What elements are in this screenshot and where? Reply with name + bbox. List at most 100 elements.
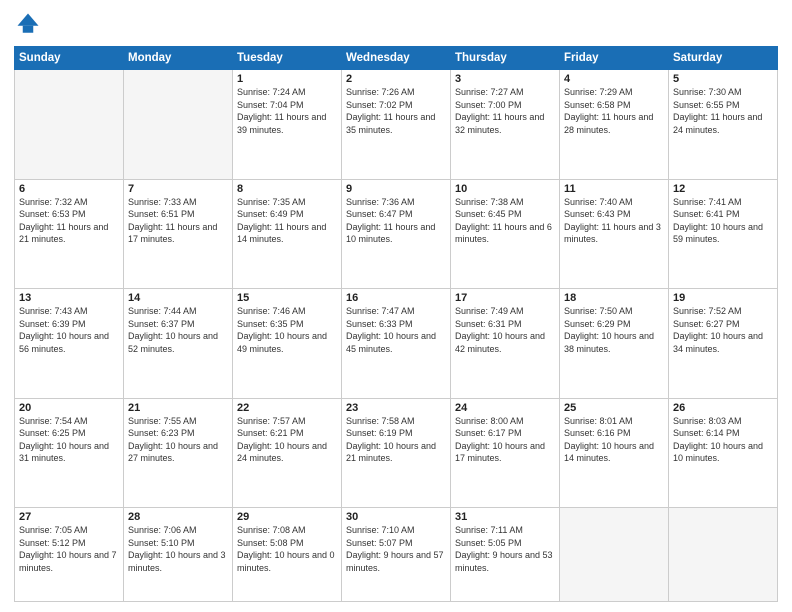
day-number: 5: [673, 73, 773, 85]
day-number: 28: [128, 511, 228, 523]
day-number: 16: [346, 292, 446, 304]
day-info: Sunrise: 7:54 AM Sunset: 6:25 PM Dayligh…: [19, 415, 119, 465]
calendar-cell: 18Sunrise: 7:50 AM Sunset: 6:29 PM Dayli…: [560, 289, 669, 399]
calendar-cell: [15, 70, 124, 180]
day-number: 4: [564, 73, 664, 85]
day-number: 14: [128, 292, 228, 304]
calendar-cell: 29Sunrise: 7:08 AM Sunset: 5:08 PM Dayli…: [233, 508, 342, 602]
day-number: 13: [19, 292, 119, 304]
day-info: Sunrise: 7:26 AM Sunset: 7:02 PM Dayligh…: [346, 86, 446, 136]
weekday-header-row: SundayMondayTuesdayWednesdayThursdayFrid…: [15, 47, 778, 70]
calendar-cell: 31Sunrise: 7:11 AM Sunset: 5:05 PM Dayli…: [451, 508, 560, 602]
day-number: 12: [673, 183, 773, 195]
calendar-cell: 14Sunrise: 7:44 AM Sunset: 6:37 PM Dayli…: [124, 289, 233, 399]
calendar-week-1: 1Sunrise: 7:24 AM Sunset: 7:04 PM Daylig…: [15, 70, 778, 180]
calendar-week-3: 13Sunrise: 7:43 AM Sunset: 6:39 PM Dayli…: [15, 289, 778, 399]
day-number: 7: [128, 183, 228, 195]
calendar-cell: 23Sunrise: 7:58 AM Sunset: 6:19 PM Dayli…: [342, 398, 451, 508]
day-number: 2: [346, 73, 446, 85]
day-number: 17: [455, 292, 555, 304]
calendar-cell: 13Sunrise: 7:43 AM Sunset: 6:39 PM Dayli…: [15, 289, 124, 399]
day-info: Sunrise: 8:00 AM Sunset: 6:17 PM Dayligh…: [455, 415, 555, 465]
calendar-cell: 10Sunrise: 7:38 AM Sunset: 6:45 PM Dayli…: [451, 179, 560, 289]
day-info: Sunrise: 7:46 AM Sunset: 6:35 PM Dayligh…: [237, 305, 337, 355]
calendar-cell: 9Sunrise: 7:36 AM Sunset: 6:47 PM Daylig…: [342, 179, 451, 289]
page: SundayMondayTuesdayWednesdayThursdayFrid…: [0, 0, 792, 612]
calendar-week-4: 20Sunrise: 7:54 AM Sunset: 6:25 PM Dayli…: [15, 398, 778, 508]
day-info: Sunrise: 7:35 AM Sunset: 6:49 PM Dayligh…: [237, 196, 337, 246]
weekday-header-friday: Friday: [560, 47, 669, 70]
day-number: 25: [564, 402, 664, 414]
calendar-cell: 21Sunrise: 7:55 AM Sunset: 6:23 PM Dayli…: [124, 398, 233, 508]
day-info: Sunrise: 7:10 AM Sunset: 5:07 PM Dayligh…: [346, 524, 446, 574]
day-number: 15: [237, 292, 337, 304]
day-info: Sunrise: 7:33 AM Sunset: 6:51 PM Dayligh…: [128, 196, 228, 246]
day-info: Sunrise: 7:52 AM Sunset: 6:27 PM Dayligh…: [673, 305, 773, 355]
day-number: 22: [237, 402, 337, 414]
day-number: 20: [19, 402, 119, 414]
day-info: Sunrise: 7:50 AM Sunset: 6:29 PM Dayligh…: [564, 305, 664, 355]
calendar-cell: 27Sunrise: 7:05 AM Sunset: 5:12 PM Dayli…: [15, 508, 124, 602]
day-info: Sunrise: 7:49 AM Sunset: 6:31 PM Dayligh…: [455, 305, 555, 355]
calendar-cell: 1Sunrise: 7:24 AM Sunset: 7:04 PM Daylig…: [233, 70, 342, 180]
day-info: Sunrise: 7:58 AM Sunset: 6:19 PM Dayligh…: [346, 415, 446, 465]
calendar-cell: 5Sunrise: 7:30 AM Sunset: 6:55 PM Daylig…: [669, 70, 778, 180]
day-info: Sunrise: 7:38 AM Sunset: 6:45 PM Dayligh…: [455, 196, 555, 246]
header: [14, 10, 778, 38]
weekday-header-tuesday: Tuesday: [233, 47, 342, 70]
day-info: Sunrise: 7:55 AM Sunset: 6:23 PM Dayligh…: [128, 415, 228, 465]
day-number: 9: [346, 183, 446, 195]
day-number: 27: [19, 511, 119, 523]
day-number: 21: [128, 402, 228, 414]
calendar-cell: 20Sunrise: 7:54 AM Sunset: 6:25 PM Dayli…: [15, 398, 124, 508]
day-number: 26: [673, 402, 773, 414]
day-info: Sunrise: 7:06 AM Sunset: 5:10 PM Dayligh…: [128, 524, 228, 574]
calendar-cell: 26Sunrise: 8:03 AM Sunset: 6:14 PM Dayli…: [669, 398, 778, 508]
day-info: Sunrise: 7:24 AM Sunset: 7:04 PM Dayligh…: [237, 86, 337, 136]
day-info: Sunrise: 8:03 AM Sunset: 6:14 PM Dayligh…: [673, 415, 773, 465]
day-number: 3: [455, 73, 555, 85]
day-info: Sunrise: 7:32 AM Sunset: 6:53 PM Dayligh…: [19, 196, 119, 246]
calendar-week-5: 27Sunrise: 7:05 AM Sunset: 5:12 PM Dayli…: [15, 508, 778, 602]
day-info: Sunrise: 7:36 AM Sunset: 6:47 PM Dayligh…: [346, 196, 446, 246]
calendar-cell: 15Sunrise: 7:46 AM Sunset: 6:35 PM Dayli…: [233, 289, 342, 399]
day-number: 1: [237, 73, 337, 85]
day-info: Sunrise: 7:30 AM Sunset: 6:55 PM Dayligh…: [673, 86, 773, 136]
day-info: Sunrise: 7:29 AM Sunset: 6:58 PM Dayligh…: [564, 86, 664, 136]
day-number: 19: [673, 292, 773, 304]
day-number: 24: [455, 402, 555, 414]
calendar-cell: 25Sunrise: 8:01 AM Sunset: 6:16 PM Dayli…: [560, 398, 669, 508]
logo-icon: [14, 10, 42, 38]
calendar-cell: 7Sunrise: 7:33 AM Sunset: 6:51 PM Daylig…: [124, 179, 233, 289]
calendar-week-2: 6Sunrise: 7:32 AM Sunset: 6:53 PM Daylig…: [15, 179, 778, 289]
weekday-header-saturday: Saturday: [669, 47, 778, 70]
calendar-cell: 2Sunrise: 7:26 AM Sunset: 7:02 PM Daylig…: [342, 70, 451, 180]
day-info: Sunrise: 7:40 AM Sunset: 6:43 PM Dayligh…: [564, 196, 664, 246]
weekday-header-thursday: Thursday: [451, 47, 560, 70]
day-number: 6: [19, 183, 119, 195]
calendar-cell: 24Sunrise: 8:00 AM Sunset: 6:17 PM Dayli…: [451, 398, 560, 508]
day-number: 29: [237, 511, 337, 523]
day-info: Sunrise: 7:43 AM Sunset: 6:39 PM Dayligh…: [19, 305, 119, 355]
calendar-cell: [560, 508, 669, 602]
day-info: Sunrise: 7:47 AM Sunset: 6:33 PM Dayligh…: [346, 305, 446, 355]
day-info: Sunrise: 7:44 AM Sunset: 6:37 PM Dayligh…: [128, 305, 228, 355]
calendar-table: SundayMondayTuesdayWednesdayThursdayFrid…: [14, 46, 778, 602]
calendar-cell: 12Sunrise: 7:41 AM Sunset: 6:41 PM Dayli…: [669, 179, 778, 289]
day-info: Sunrise: 7:27 AM Sunset: 7:00 PM Dayligh…: [455, 86, 555, 136]
day-info: Sunrise: 8:01 AM Sunset: 6:16 PM Dayligh…: [564, 415, 664, 465]
calendar-cell: 4Sunrise: 7:29 AM Sunset: 6:58 PM Daylig…: [560, 70, 669, 180]
calendar-cell: 16Sunrise: 7:47 AM Sunset: 6:33 PM Dayli…: [342, 289, 451, 399]
calendar-cell: 28Sunrise: 7:06 AM Sunset: 5:10 PM Dayli…: [124, 508, 233, 602]
calendar-cell: 8Sunrise: 7:35 AM Sunset: 6:49 PM Daylig…: [233, 179, 342, 289]
logo: [14, 10, 44, 38]
day-info: Sunrise: 7:05 AM Sunset: 5:12 PM Dayligh…: [19, 524, 119, 574]
day-number: 30: [346, 511, 446, 523]
calendar-cell: [669, 508, 778, 602]
calendar-cell: 22Sunrise: 7:57 AM Sunset: 6:21 PM Dayli…: [233, 398, 342, 508]
calendar-cell: 11Sunrise: 7:40 AM Sunset: 6:43 PM Dayli…: [560, 179, 669, 289]
day-number: 10: [455, 183, 555, 195]
weekday-header-sunday: Sunday: [15, 47, 124, 70]
calendar-cell: 19Sunrise: 7:52 AM Sunset: 6:27 PM Dayli…: [669, 289, 778, 399]
day-info: Sunrise: 7:57 AM Sunset: 6:21 PM Dayligh…: [237, 415, 337, 465]
